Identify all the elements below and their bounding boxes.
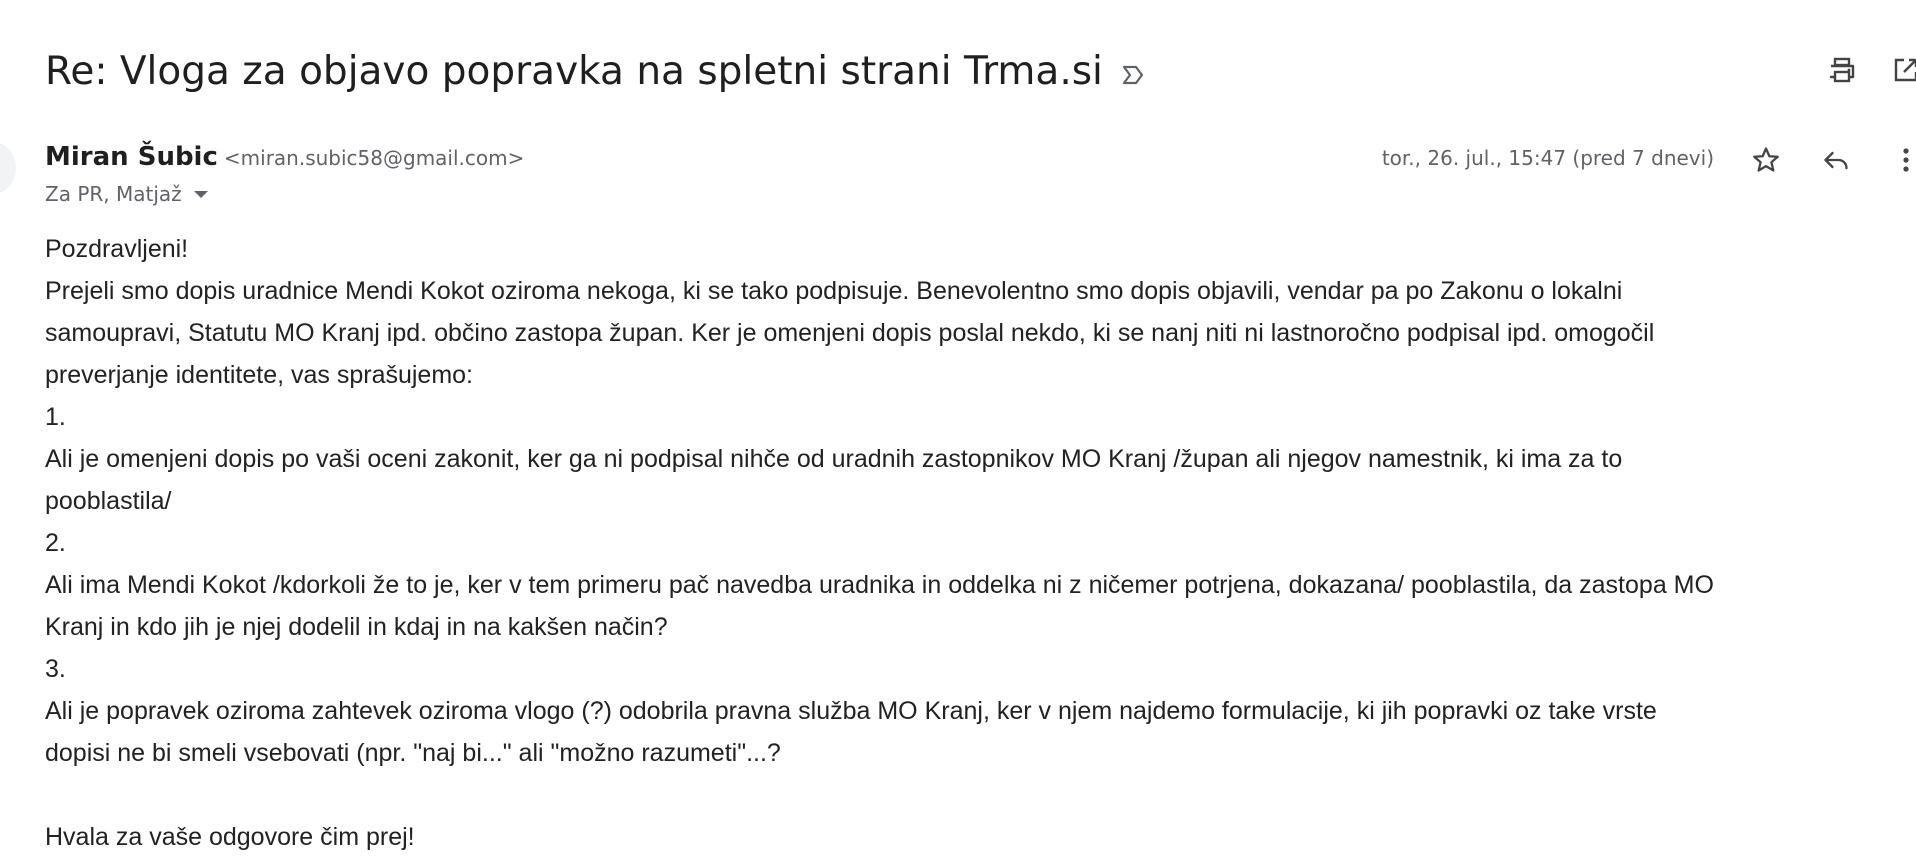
- email-date: tor., 26. jul., 15:47 (pred 7 dnevi): [1381, 146, 1714, 170]
- sender-email: <miran.subic58@gmail.com>: [223, 146, 525, 170]
- body-line: Prejeli smo dopis uradnice Mendi Kokot o…: [45, 277, 1623, 305]
- email-body: Pozdravljeni! Prejeli smo dopis uradnice…: [45, 228, 1916, 858]
- body-line: Ali ima Mendi Kokot /kdorkoli že to je, …: [45, 571, 1714, 599]
- recipients-label: Za PR, Matjaž: [45, 182, 182, 206]
- body-line: 2.: [45, 529, 66, 557]
- body-line: Ali je popravek oziroma zahtevek oziroma…: [45, 697, 1657, 725]
- more-vert-icon[interactable]: [1888, 142, 1916, 178]
- body-line: preverjanje identitete, vas sprašujemo:: [45, 361, 474, 389]
- open-in-new-window-icon[interactable]: [1888, 52, 1916, 88]
- importance-marker-icon[interactable]: [1121, 46, 1145, 102]
- body-line: dopisi ne bi smeli vsebovati (npr. "naj …: [45, 739, 781, 767]
- body-line: Kranj in kdo jih je njej dodelil in kdaj…: [45, 613, 668, 641]
- body-line: Hvala za vaše odgovore čim prej!: [45, 823, 415, 851]
- sender-info: Miran Šubic <miran.subic58@gmail.com>: [45, 142, 524, 172]
- email-subject-row: Re: Vloga za objavo popravka na spletni …: [45, 42, 1145, 102]
- recipients-details-toggle[interactable]: Za PR, Matjaž: [45, 182, 208, 206]
- sender-name[interactable]: Miran Šubic: [45, 142, 218, 172]
- reply-icon[interactable]: [1818, 142, 1854, 178]
- body-line: samoupravi, Statutu MO Kranj ipd. občino…: [45, 319, 1655, 347]
- print-icon[interactable]: [1824, 52, 1860, 88]
- chevron-down-icon[interactable]: [193, 190, 208, 198]
- body-line: Ali je omenjeni dopis po vaši oceni zako…: [45, 445, 1623, 473]
- body-line: 3.: [45, 655, 66, 683]
- body-line: Pozdravljeni!: [45, 235, 189, 263]
- body-line: pooblastila/: [45, 487, 172, 515]
- sender-avatar[interactable]: [0, 140, 16, 196]
- body-line: 1.: [45, 403, 66, 431]
- body-blank-line: [45, 774, 1916, 816]
- email-subject: Re: Vloga za objavo popravka na spletni …: [45, 49, 1103, 94]
- star-icon[interactable]: [1748, 142, 1784, 178]
